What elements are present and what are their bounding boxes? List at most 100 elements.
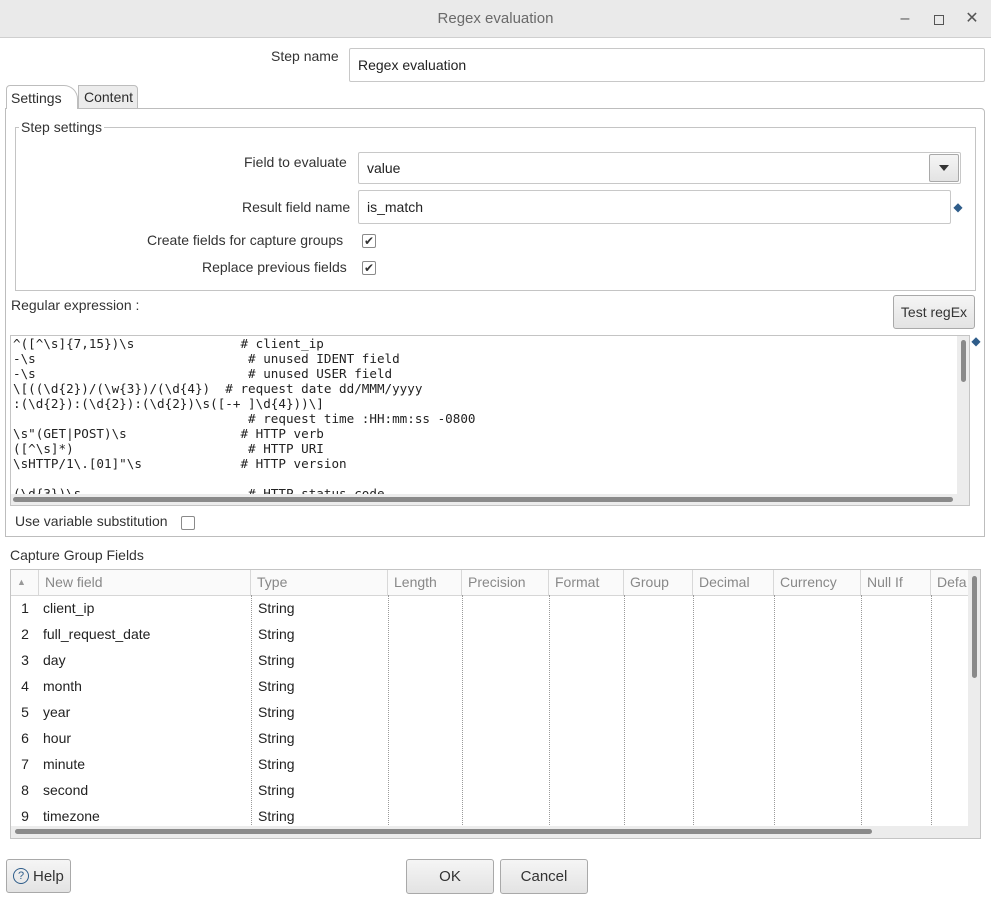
result-field-name-input[interactable]: is_match: [358, 190, 951, 224]
test-regex-button[interactable]: Test regEx: [893, 295, 975, 329]
table-horizontal-scrollbar[interactable]: [11, 826, 980, 838]
regex-line: -\s # unused USER field: [13, 366, 393, 381]
column-header-length[interactable]: Length: [388, 570, 462, 595]
step-name-label: Step name: [271, 48, 339, 64]
new-field-cell[interactable]: year: [43, 699, 249, 725]
table-row[interactable]: 1 client_ip String: [11, 595, 969, 621]
regex-textarea[interactable]: ^([^\s]{7,15})\s # client_ip -\s # unused…: [10, 335, 970, 506]
table-row[interactable]: 8 second String: [11, 777, 969, 803]
minimize-button[interactable]: –: [894, 8, 916, 30]
replace-previous-fields-checkbox[interactable]: ✔: [362, 261, 376, 275]
new-field-cell[interactable]: client_ip: [43, 595, 249, 621]
field-to-evaluate-select[interactable]: value: [358, 152, 961, 184]
type-cell[interactable]: String: [258, 777, 388, 803]
table-row[interactable]: 5 year String: [11, 699, 969, 725]
table-header: ▲ New field Type Length Precision Format…: [11, 570, 971, 596]
regex-line: ([^\s]*) # HTTP URI: [13, 441, 324, 456]
tab-settings[interactable]: Settings: [6, 85, 78, 109]
cancel-button[interactable]: Cancel: [500, 859, 588, 894]
type-cell[interactable]: String: [258, 621, 388, 647]
column-header-currency[interactable]: Currency: [774, 570, 861, 595]
checkmark-icon: ✔: [363, 261, 375, 275]
regex-line: \[((\d{2})/(\w{3})/(\d{4}) # request dat…: [13, 381, 423, 396]
caret-down-icon: [939, 165, 949, 171]
checkmark-icon: ✔: [363, 234, 375, 248]
replace-previous-fields-label: Replace previous fields: [202, 259, 347, 275]
table-row[interactable]: 7 minute String: [11, 751, 969, 777]
type-cell[interactable]: String: [258, 673, 388, 699]
table-vertical-scrollbar[interactable]: [968, 570, 980, 826]
table-row[interactable]: 3 day String: [11, 647, 969, 673]
regex-vertical-scrollbar[interactable]: [957, 336, 969, 494]
window-title: Regex evaluation: [437, 10, 554, 27]
tab-content[interactable]: Content: [78, 85, 138, 109]
maximize-icon: [934, 15, 944, 25]
table-vertical-scroll-thumb[interactable]: [972, 576, 977, 678]
regex-vertical-scroll-thumb[interactable]: [961, 340, 966, 382]
use-variable-substitution-label: Use variable substitution: [15, 513, 168, 529]
result-field-name-label: Result field name: [242, 199, 351, 215]
help-button[interactable]: ? Help: [6, 859, 71, 893]
type-cell[interactable]: String: [258, 725, 388, 751]
regex-code: ^([^\s]{7,15})\s # client_ip -\s # unused…: [13, 336, 476, 501]
step-name-input[interactable]: Regex evaluation: [349, 48, 985, 82]
regex-line: \sHTTP/1\.[01]"\s # HTTP version: [13, 456, 347, 471]
capture-group-fields-title: Capture Group Fields: [10, 547, 144, 563]
regex-line: # request time :HH:mm:ss -0800: [13, 411, 476, 426]
step-settings-title: Step settings: [19, 119, 104, 135]
close-button[interactable]: ✕: [961, 8, 983, 30]
type-cell[interactable]: String: [258, 699, 388, 725]
use-variable-substitution-checkbox[interactable]: [181, 516, 195, 530]
sort-up-icon[interactable]: ▲: [11, 570, 39, 595]
table-horizontal-scroll-thumb[interactable]: [15, 829, 872, 834]
row-number[interactable]: 6: [11, 725, 39, 751]
row-number[interactable]: 2: [11, 621, 39, 647]
new-field-cell[interactable]: month: [43, 673, 249, 699]
type-cell[interactable]: String: [258, 647, 388, 673]
help-label: Help: [33, 867, 64, 885]
regex-line: \s"(GET|POST)\s # HTTP verb: [13, 426, 324, 441]
column-header-decimal[interactable]: Decimal: [693, 570, 774, 595]
maximize-button[interactable]: [928, 8, 950, 30]
column-header-null-if[interactable]: Null If: [861, 570, 931, 595]
row-number[interactable]: 5: [11, 699, 39, 725]
create-capture-groups-label: Create fields for capture groups: [147, 232, 344, 248]
regex-line: -\s # unused IDENT field: [13, 351, 400, 366]
row-number[interactable]: 4: [11, 673, 39, 699]
row-number[interactable]: 7: [11, 751, 39, 777]
capture-group-fields-table: ▲ New field Type Length Precision Format…: [10, 569, 981, 839]
row-number[interactable]: 8: [11, 777, 39, 803]
new-field-cell[interactable]: full_request_date: [43, 621, 249, 647]
regular-expression-label: Regular expression :: [11, 297, 140, 313]
field-to-evaluate-dropdown-button[interactable]: [929, 154, 959, 182]
type-cell[interactable]: String: [258, 751, 388, 777]
column-header-default[interactable]: Defa: [931, 570, 971, 595]
new-field-cell[interactable]: day: [43, 647, 249, 673]
table-row[interactable]: 6 hour String: [11, 725, 969, 751]
new-field-cell[interactable]: hour: [43, 725, 249, 751]
new-field-cell[interactable]: minute: [43, 751, 249, 777]
title-bar: Regex evaluation – ✕: [0, 0, 991, 38]
regex-line: ^([^\s]{7,15})\s # client_ip: [13, 336, 324, 351]
create-capture-groups-checkbox[interactable]: ✔: [362, 234, 376, 248]
regex-horizontal-scroll-thumb[interactable]: [13, 497, 953, 502]
row-number[interactable]: 1: [11, 595, 39, 621]
type-cell[interactable]: String: [258, 595, 388, 621]
ok-button[interactable]: OK: [406, 859, 494, 894]
column-header-precision[interactable]: Precision: [462, 570, 549, 595]
new-field-cell[interactable]: second: [43, 777, 249, 803]
variable-diamond-icon: ◆: [971, 334, 981, 348]
regex-line: [13, 471, 476, 486]
regex-horizontal-scrollbar[interactable]: [11, 494, 969, 505]
column-header-format[interactable]: Format: [549, 570, 624, 595]
table-row[interactable]: 2 full_request_date String: [11, 621, 969, 647]
field-to-evaluate-label: Field to evaluate: [244, 154, 347, 170]
row-number[interactable]: 3: [11, 647, 39, 673]
table-row[interactable]: 4 month String: [11, 673, 969, 699]
column-header-type[interactable]: Type: [251, 570, 388, 595]
regex-line: :(\d{2}):(\d{2}):(\d{2})\s([-+ ]\d{4}))\…: [13, 396, 324, 411]
column-header-group[interactable]: Group: [624, 570, 693, 595]
variable-diamond-icon: ◆: [953, 200, 963, 214]
column-header-new-field[interactable]: New field: [39, 570, 251, 595]
field-to-evaluate-value: value: [367, 160, 401, 176]
